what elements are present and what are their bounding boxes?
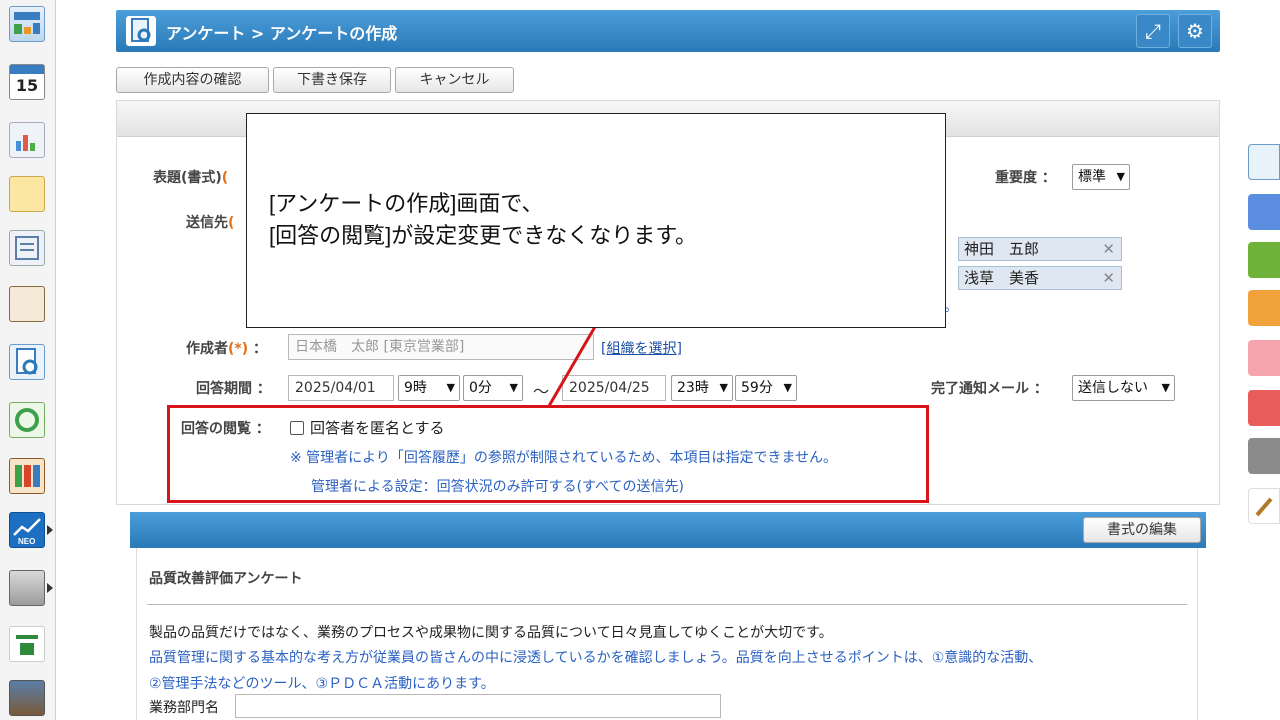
colon: ：	[1033, 381, 1048, 397]
portal-icon[interactable]	[9, 6, 45, 42]
importance-label: 重要度 ：	[995, 167, 1056, 187]
recipient-name: 浅草 美香	[964, 269, 1040, 287]
chevron-down-icon: ▼	[1161, 381, 1170, 394]
calendar-day: 15	[15, 76, 39, 95]
callout-pointer	[547, 324, 598, 407]
chevron-down-icon: ▼	[719, 381, 728, 394]
divider	[147, 604, 1187, 605]
expand-icon[interactable]: ⤢	[1136, 14, 1170, 48]
gear-icon[interactable]: ⚙	[1178, 14, 1212, 48]
importance-select[interactable]: 標準 ▼	[1072, 164, 1130, 190]
remove-icon[interactable]: ✕	[1102, 238, 1115, 260]
notify-value: 送信しない	[1078, 380, 1148, 396]
end-hour-select[interactable]: 23時 ▼	[671, 375, 733, 401]
colon: ：	[1041, 170, 1056, 186]
importance-value: 標準	[1078, 169, 1106, 185]
colon: ：	[253, 341, 267, 357]
recipient-note-tail: 。	[944, 299, 958, 315]
required-mark: (*)	[228, 341, 249, 357]
callout-box: [アンケートの作成]画面で、 [回答の閲覧]が設定変更できなくなります。	[246, 113, 946, 328]
select-org-link[interactable]: [組織を選択]	[601, 338, 682, 358]
creator-label-text: 作成者	[186, 341, 228, 357]
page-header: アンケート > アンケートの作成 ⤢ ⚙	[116, 10, 1220, 52]
period-label: 回答期間 ：	[196, 378, 271, 398]
recipient-label: 送信先(	[186, 212, 234, 232]
callout-line-2: [回答の閲覧]が設定変更できなくなります。	[269, 223, 698, 248]
clipboard-icon[interactable]	[9, 286, 45, 322]
remove-icon[interactable]: ✕	[1102, 267, 1115, 289]
app-logo-icon[interactable]	[9, 626, 45, 662]
pencil-icon[interactable]	[1248, 488, 1280, 524]
recipient-chip[interactable]: 浅草 美香 ✕	[958, 266, 1122, 290]
red-tab[interactable]	[1248, 390, 1280, 426]
right-rail	[1240, 0, 1280, 720]
chevron-down-icon: ▼	[446, 381, 455, 394]
end-min-select[interactable]: 59分 ▼	[735, 375, 797, 401]
importance-label-text: 重要度	[995, 170, 1037, 186]
period-label-text: 回答期間	[196, 381, 252, 397]
start-min-value: 0分	[469, 380, 492, 396]
pink-tab[interactable]	[1248, 340, 1280, 376]
app-sidebar: 15 NEO	[0, 0, 56, 720]
survey-preview: 品質改善評価アンケート 製品の品質だけではなく、業務のプロセスや成果物に関する品…	[136, 548, 1198, 720]
memo-icon[interactable]	[9, 176, 45, 212]
bulletin-icon[interactable]	[9, 230, 45, 266]
notify-label-text: 完了通知メール	[931, 381, 1029, 397]
colon: ：	[256, 381, 271, 397]
subject-label-text: 表題(書式)	[153, 170, 222, 186]
required-mark: (	[228, 215, 235, 231]
survey-icon	[126, 16, 156, 46]
draft-save-button[interactable]: 下書き保存	[273, 67, 391, 93]
survey-icon[interactable]	[9, 344, 45, 380]
survey-intro-3: ②管理手法などのツール、③ＰＤＣＡ活動にあります。	[149, 676, 495, 692]
recipient-chip[interactable]: 神田 五郎 ✕	[958, 237, 1122, 261]
callout-line-1: [アンケートの作成]画面で、	[269, 191, 544, 216]
start-min-select[interactable]: 0分 ▼	[463, 375, 523, 401]
news-icon[interactable]	[9, 680, 45, 716]
notify-select[interactable]: 送信しない ▼	[1072, 375, 1175, 401]
chevron-down-icon: ▼	[509, 381, 518, 394]
folder-expand-arrow[interactable]	[47, 583, 53, 593]
neo-icon[interactable]: NEO	[9, 512, 45, 548]
start-date-field[interactable]: 2025/04/01	[288, 375, 394, 401]
recipient-label-text: 送信先	[186, 215, 228, 231]
page-title: アンケート > アンケートの作成	[166, 24, 398, 43]
gray-tab[interactable]	[1248, 438, 1280, 474]
survey-bar: 書式の編集	[130, 512, 1206, 548]
notify-label: 完了通知メール ：	[931, 378, 1048, 398]
subject-label: 表題(書式)(	[153, 167, 228, 187]
cancel-button[interactable]: キャンセル	[395, 67, 514, 93]
note-icon[interactable]	[1248, 144, 1280, 180]
confirm-button[interactable]: 作成内容の確認	[116, 67, 269, 93]
start-hour-value: 9時	[404, 380, 427, 396]
creator-label: 作成者(*) ：	[186, 338, 267, 358]
survey-intro-1: 製品の品質だけではなく、業務のプロセスや成果物に関する品質について日々見直してゆ…	[149, 625, 833, 641]
calendar-icon[interactable]: 15	[9, 64, 45, 100]
end-hour-value: 23時	[677, 380, 709, 396]
highlight-box	[167, 405, 929, 503]
survey-title: 品質改善評価アンケート	[149, 571, 303, 587]
green-tab[interactable]	[1248, 242, 1280, 278]
edit-format-button[interactable]: 書式の編集	[1083, 517, 1201, 543]
report-icon[interactable]	[9, 122, 45, 158]
recipient-name: 神田 五郎	[964, 240, 1040, 258]
chevron-down-icon: ▼	[1116, 170, 1125, 183]
workflow-icon[interactable]	[9, 402, 45, 438]
orange-tab[interactable]	[1248, 290, 1280, 326]
folder-icon[interactable]	[9, 570, 45, 606]
chevron-down-icon: ▼	[783, 381, 792, 394]
dept-label: 業務部門名	[149, 700, 219, 716]
neo-expand-arrow[interactable]	[47, 525, 53, 535]
end-min-value: 59分	[741, 380, 773, 396]
required-mark: (	[221, 170, 229, 186]
svg-text:NEO: NEO	[18, 537, 35, 546]
blue-tab[interactable]	[1248, 194, 1280, 230]
start-hour-select[interactable]: 9時 ▼	[398, 375, 460, 401]
dept-input[interactable]	[235, 694, 721, 718]
cabinet-icon[interactable]	[9, 458, 45, 494]
survey-intro-2: 品質管理に関する基本的な考え方が従業員の皆さんの中に浸透しているかを確認しましょ…	[149, 650, 1043, 666]
